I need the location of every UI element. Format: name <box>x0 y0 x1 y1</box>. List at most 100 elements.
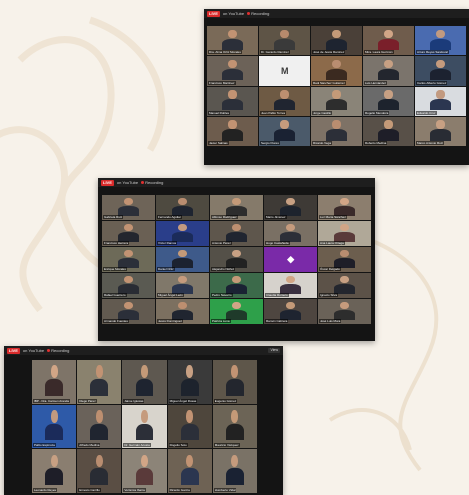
participant-name: Eduardo Cruz <box>416 110 437 115</box>
participant-video <box>171 276 194 294</box>
participant-tile[interactable]: Alfonso Rodríguez <box>210 195 263 220</box>
participant-tile[interactable]: Jesús Domínguez <box>156 299 209 324</box>
participant-tile[interactable]: Manuel Robles <box>207 86 258 116</box>
participant-tile[interactable]: Miguel Ángel León <box>156 273 209 298</box>
participant-head <box>286 276 295 284</box>
participant-body <box>45 468 63 486</box>
participant-tile[interactable]: Dra. Alma Ortiz Morales <box>207 26 258 56</box>
participant-tile[interactable]: Javier Salinas <box>207 116 258 146</box>
recording-indicator[interactable]: Recording <box>141 180 163 186</box>
view-button[interactable]: View <box>268 348 280 353</box>
participant-tile[interactable]: Ricardo García <box>167 449 212 493</box>
participant-head <box>95 365 103 379</box>
participant-tile[interactable]: Pablo Espinoza <box>32 404 77 449</box>
participant-tile[interactable]: Armando Fuentes <box>102 299 155 324</box>
participant-tile[interactable]: Mtra. Laura Guzmán <box>363 26 414 56</box>
participant-tile[interactable]: Roberto Medina <box>363 116 414 146</box>
participant-tile[interactable]: Pedro Navarro <box>210 273 263 298</box>
participant-video <box>45 454 63 486</box>
participant-grid: Dra. Alma Ortiz Morales Dr. Gerardo Ramír… <box>207 26 466 146</box>
participant-tile[interactable]: Ramón Cabrera <box>264 299 317 324</box>
participant-head <box>178 224 187 232</box>
logo-icon: M <box>281 65 289 76</box>
participant-name: Francisco Herrera <box>103 241 130 245</box>
participant-body <box>171 257 194 268</box>
participant-tile[interactable]: José Luis Mora <box>318 299 371 324</box>
participant-tile[interactable]: Claudia Romero <box>264 273 317 298</box>
participant-tile[interactable]: Gabriela Ruiz <box>102 195 155 220</box>
participant-tile[interactable]: Jaime Iglesias <box>122 360 167 404</box>
participant-tile[interactable]: Mauricio Vázquez <box>212 404 257 449</box>
participant-tile[interactable]: Ernesto Carrillo <box>77 449 122 493</box>
participant-name: Pablo Espinoza <box>33 443 56 448</box>
participant-tile[interactable]: Alejandro Núñez <box>210 247 263 272</box>
participant-tile[interactable]: Miguel Ángel Rosas <box>167 360 212 404</box>
participant-name: Pedro Navarro <box>211 293 233 297</box>
participant-tile[interactable]: Arturo Reyes Sandoval <box>415 26 466 56</box>
participant-tile[interactable]: Víctor Ramos <box>156 221 209 246</box>
participant-head <box>95 409 103 423</box>
participant-body <box>326 38 347 50</box>
participant-video <box>180 454 199 486</box>
participant-tile[interactable]: Dr. Gerardo Ramírez <box>259 26 310 56</box>
record-dot-icon <box>247 12 251 15</box>
live-badge[interactable]: LIVE <box>207 10 220 17</box>
participant-tile[interactable]: Luz María Sánchez <box>318 195 371 220</box>
participant-head <box>436 59 445 69</box>
participant-tile[interactable]: Ricardo Vega <box>311 116 362 146</box>
participant-tile[interactable]: Jorge Castillo <box>311 86 362 116</box>
participant-body <box>180 423 199 441</box>
participant-video <box>117 302 140 320</box>
participant-tile[interactable]: Daniel Ortiz <box>156 247 209 272</box>
participant-tile[interactable]: Francisco Martínez <box>207 56 258 86</box>
participant-name: Víctor Ramos <box>157 241 178 245</box>
participant-body <box>326 99 347 111</box>
participant-tile[interactable]: Rogelio Mendoza <box>363 86 414 116</box>
participant-tile[interactable]: Diego Pérez <box>77 360 122 404</box>
participant-tile[interactable]: Ana Laura Ortega <box>318 221 371 246</box>
participant-tile[interactable]: Sergio Flores <box>259 116 310 146</box>
participant-tile[interactable]: Rogelio Soto <box>167 404 212 449</box>
participant-tile[interactable]: Mario Jiménez <box>264 195 317 220</box>
participant-head <box>332 29 341 39</box>
participant-name: Marco Antonio Ruiz <box>416 141 445 145</box>
recording-indicator[interactable]: Recording <box>47 348 69 354</box>
participant-tile[interactable]: Carlos Alberto Gómez <box>415 56 466 86</box>
recording-indicator[interactable]: Recording <box>247 11 269 17</box>
participant-tile[interactable]: Fernando Aguilar <box>156 195 209 220</box>
participant-head <box>140 454 149 468</box>
participant-video <box>430 59 451 81</box>
participant-head <box>340 276 349 284</box>
participant-tile[interactable]: Eduardo Cruz <box>415 86 466 116</box>
participant-tile[interactable]: Eugenio Gómez <box>212 360 257 404</box>
participant-tile[interactable]: Enrique Morales <box>102 247 155 272</box>
participant-tile[interactable]: José de Jesús Ramírez <box>311 26 362 56</box>
participant-tile[interactable]: Leonardo Reyes <box>32 449 77 493</box>
participant-tile[interactable]: Luis Hernández <box>363 56 414 86</box>
participant-tile[interactable]: Marco Antonio Ruiz <box>415 116 466 146</box>
participant-tile[interactable]: Francisco Herrera <box>102 221 155 246</box>
participant-tile[interactable]: IBP - Dra. Carmen Aranda <box>32 360 77 404</box>
participant-name: Alfonso Rodríguez <box>211 215 238 219</box>
participant-tile[interactable]: Verónica Ibarra <box>122 449 167 493</box>
participant-tile[interactable]: Alfredo Medina <box>77 404 122 449</box>
participant-tile[interactable]: Rafael Guerrero <box>102 273 155 298</box>
recording-label: Recording <box>145 179 164 185</box>
participant-tile[interactable]: Óscar Delgado <box>318 247 371 272</box>
participant-tile[interactable]: Ignacio Silva <box>318 273 371 298</box>
participant-video <box>222 120 243 141</box>
participant-tile[interactable]: M <box>259 56 310 86</box>
live-badge[interactable]: LIVE <box>7 347 20 354</box>
participant-tile[interactable]: ◆ <box>264 247 317 272</box>
participant-tile[interactable]: Hugo Castañeda <box>264 221 317 246</box>
participant-tile[interactable]: Patricia Luna <box>210 299 263 324</box>
participant-name: Verónica Ibarra <box>123 488 146 492</box>
participant-name: José Luis Mora <box>319 319 342 323</box>
participant-tile[interactable]: Juan Pablo Torres <box>259 86 310 116</box>
participant-name: Mtra. Laura Guzmán <box>364 50 394 55</box>
participant-tile[interactable]: Humberto Vidal <box>212 449 257 493</box>
participant-tile[interactable]: Antonio Pérez <box>210 221 263 246</box>
live-badge[interactable]: LIVE <box>101 179 114 186</box>
participant-tile[interactable]: Dr. Germán Acosta <box>122 404 167 449</box>
participant-tile[interactable]: Raúl Sánchez Gutiérrez <box>311 56 362 86</box>
